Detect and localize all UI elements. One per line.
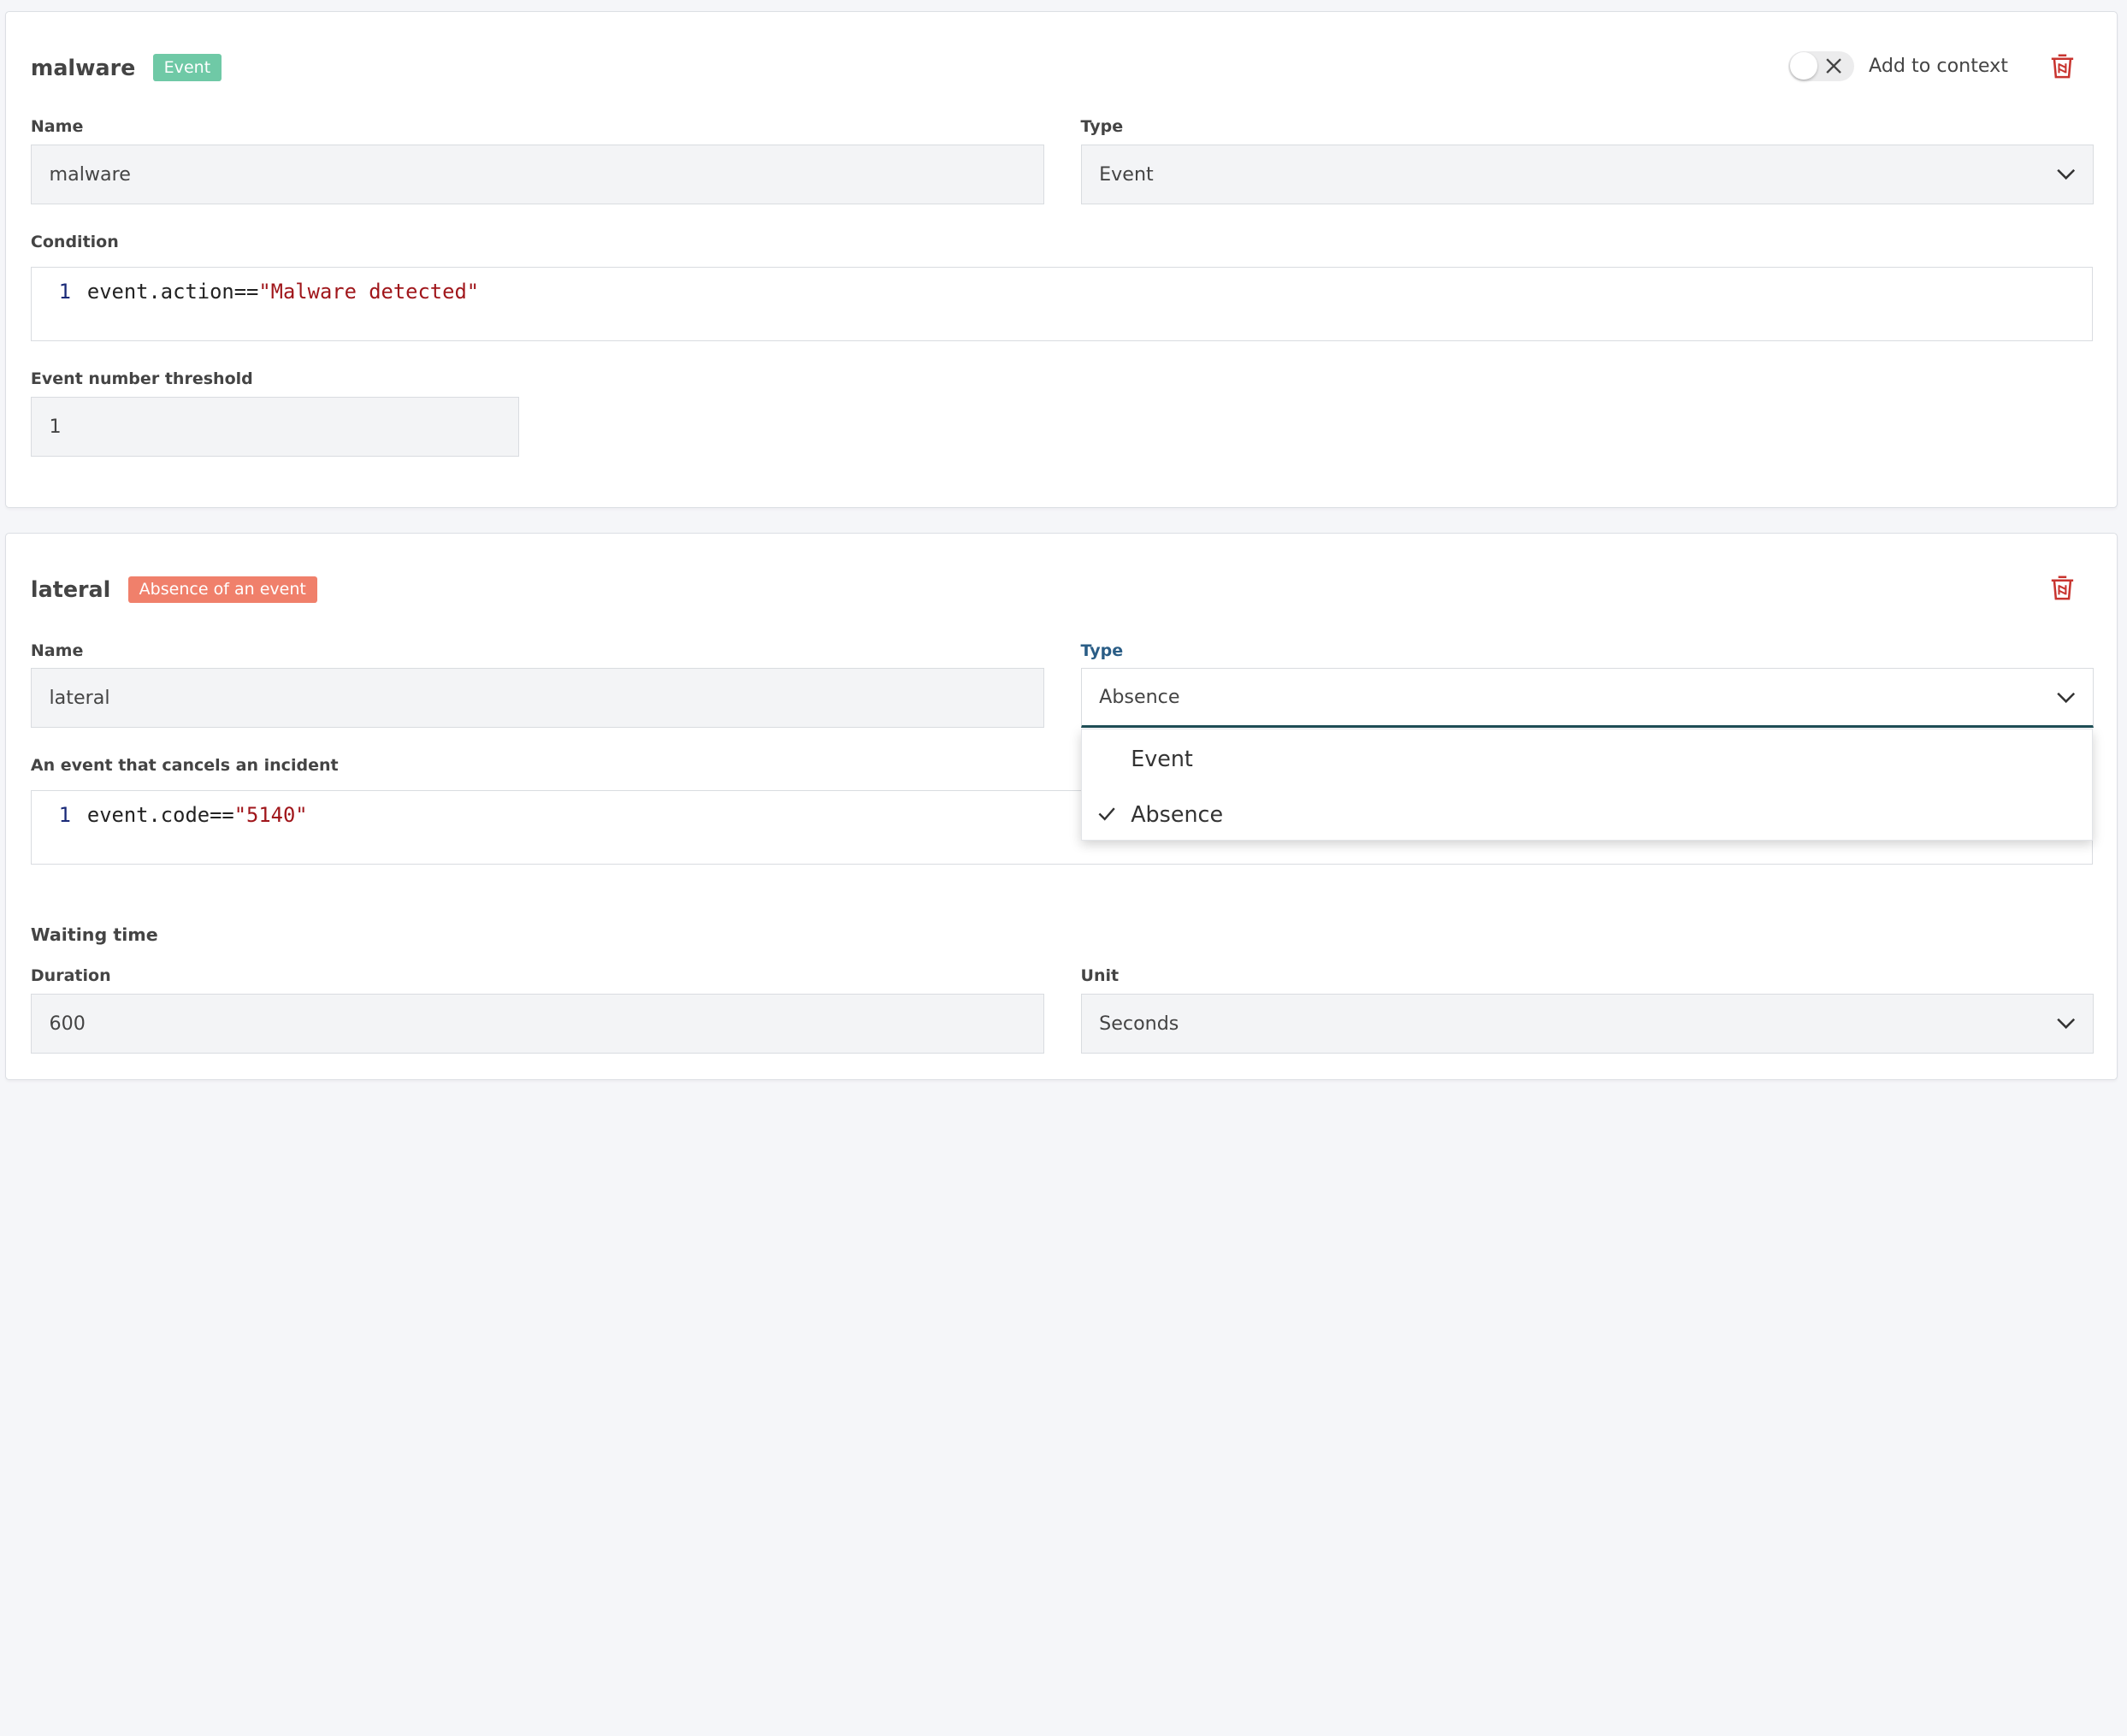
line-number: 1 <box>58 803 71 828</box>
option-label: Event <box>1131 745 1193 771</box>
line-number: 1 <box>58 280 71 304</box>
trash-icon[interactable] <box>2047 51 2077 81</box>
code-expression: event.action== <box>86 280 259 304</box>
chevron-down-icon <box>2057 692 2076 704</box>
duration-value: 600 <box>49 1012 86 1035</box>
card-title: malware <box>30 54 136 80</box>
type-value: Absence <box>1099 686 1180 709</box>
threshold-value: 1 <box>49 416 62 439</box>
code-line: event.code=="5140" <box>87 803 308 827</box>
unit-label: Unit <box>1080 966 1120 986</box>
type-option-absence[interactable]: Absence <box>1082 786 2092 840</box>
add-to-context-control: Add to context <box>1788 50 2008 81</box>
type-label: Type <box>1080 117 1124 137</box>
code-expression: event.code== <box>86 803 234 828</box>
close-icon <box>1826 58 1841 74</box>
type-badge: Event <box>152 53 222 81</box>
condition-code-editor[interactable]: 1 event.action=="Malware detected" <box>30 266 2093 342</box>
type-select[interactable]: Event <box>1080 145 2095 204</box>
condition-card-malware: malware Event Add to context Name malwar… <box>5 10 2118 508</box>
condition-label: Condition <box>30 233 119 252</box>
threshold-input[interactable]: 1 <box>30 397 519 457</box>
threshold-label: Event number threshold <box>30 369 253 389</box>
duration-input[interactable]: 600 <box>30 994 1044 1054</box>
chevron-down-icon <box>2057 168 2076 180</box>
option-label: Absence <box>1131 800 1224 827</box>
type-label: Type <box>1080 641 1124 660</box>
type-value: Event <box>1099 163 1154 186</box>
name-input[interactable]: malware <box>30 145 1044 204</box>
checkmark-icon <box>1098 806 1115 821</box>
cancel-event-label: An event that cancels an incident <box>30 756 339 776</box>
code-string: "5140" <box>233 803 308 828</box>
card-header: malware Event <box>31 52 222 82</box>
code-line: event.action=="Malware detected" <box>87 280 479 304</box>
name-value: malware <box>49 163 131 186</box>
unit-select[interactable]: Seconds <box>1080 994 2095 1054</box>
type-badge: Absence of an event <box>127 576 317 604</box>
add-to-context-toggle[interactable] <box>1788 50 1854 81</box>
waiting-time-title: Waiting time <box>30 924 158 946</box>
type-dropdown-menu: Event Absence <box>1081 728 2094 841</box>
toggle-knob <box>1790 52 1817 80</box>
trash-icon[interactable] <box>2047 573 2077 603</box>
card-title: lateral <box>30 576 111 603</box>
code-string: "Malware detected" <box>258 280 480 304</box>
unit-value: Seconds <box>1099 1012 1179 1035</box>
page: malware Event Add to context Name malwar… <box>0 0 2127 1736</box>
name-label: Name <box>30 641 84 660</box>
add-to-context-label: Add to context <box>1869 55 2008 78</box>
name-value: lateral <box>49 687 110 710</box>
chevron-down-icon <box>2057 1018 2076 1029</box>
card-header: lateral Absence of an event <box>31 575 317 605</box>
name-input[interactable]: lateral <box>30 668 1044 729</box>
name-label: Name <box>30 117 84 137</box>
type-option-event[interactable]: Event <box>1082 730 2092 784</box>
type-select[interactable]: Absence <box>1080 668 2095 729</box>
duration-label: Duration <box>30 966 111 986</box>
